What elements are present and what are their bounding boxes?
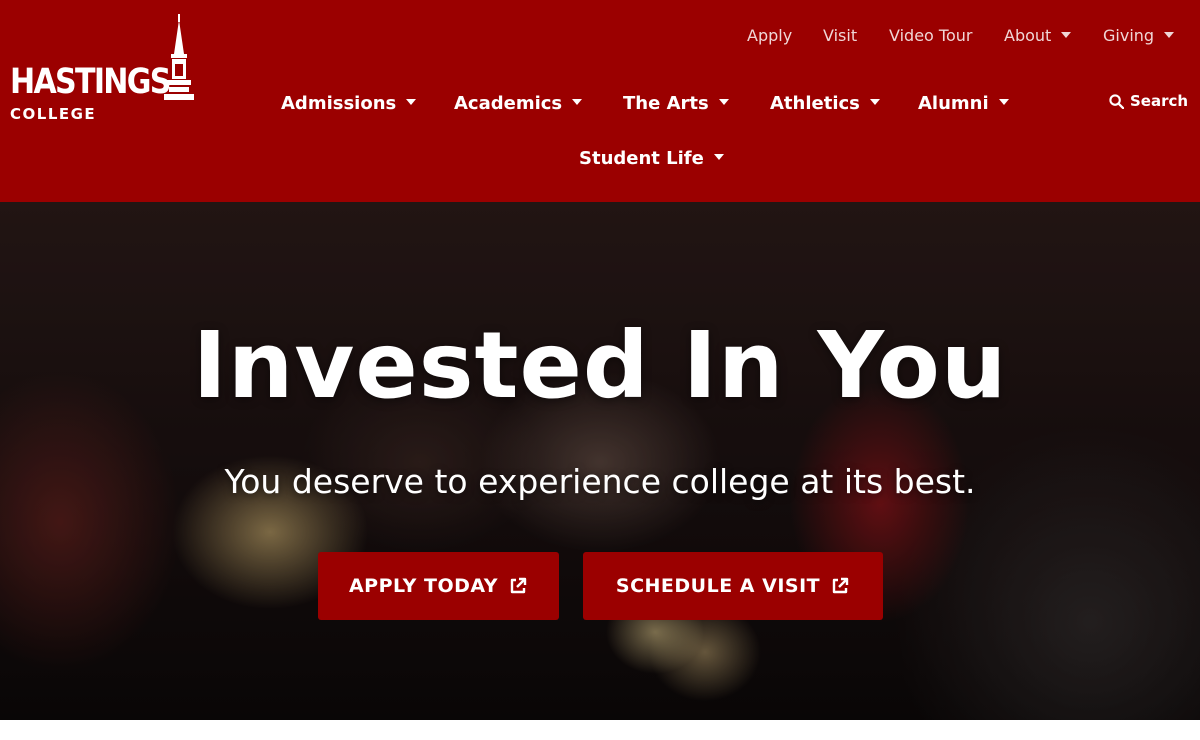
- chevron-down-icon: [406, 99, 417, 105]
- search-button[interactable]: Search: [1109, 92, 1188, 110]
- utility-link-about[interactable]: About: [1004, 26, 1072, 45]
- chevron-down-icon: [713, 154, 724, 160]
- search-label: Search: [1130, 92, 1189, 110]
- chevron-down-icon: [718, 99, 729, 105]
- utility-link-video-tour[interactable]: Video Tour: [889, 26, 972, 45]
- hero-banner: Invested In You You deserve to experienc…: [0, 202, 1200, 720]
- site-header: HASTINGS COLLEGE Apply Visit Video Tour …: [0, 0, 1200, 202]
- chevron-down-icon: [869, 99, 880, 105]
- main-nav-alumni[interactable]: Alumni: [918, 93, 1009, 114]
- search-icon: [1109, 93, 1124, 109]
- hero-title: Invested In You: [192, 312, 1008, 419]
- main-nav-admissions[interactable]: Admissions: [281, 93, 417, 114]
- external-link-icon: [832, 577, 849, 594]
- main-nav-the-arts[interactable]: The Arts: [623, 93, 729, 114]
- main-nav-student-life[interactable]: Student Life: [579, 148, 724, 169]
- main-nav-athletics[interactable]: Athletics: [770, 93, 880, 114]
- utility-link-giving[interactable]: Giving: [1103, 26, 1175, 45]
- chevron-down-icon: [1164, 31, 1175, 38]
- logo-subtitle: COLLEGE: [10, 105, 97, 123]
- schedule-visit-button[interactable]: SCHEDULE A VISIT: [583, 552, 883, 620]
- utility-link-visit[interactable]: Visit: [823, 26, 857, 45]
- schedule-visit-label: SCHEDULE A VISIT: [615, 575, 821, 597]
- chevron-down-icon: [998, 99, 1009, 105]
- hero-subtitle: You deserve to experience college at its…: [224, 462, 976, 501]
- utility-nav: Apply Visit Video Tour About Giving: [0, 26, 1200, 48]
- external-link-icon: [510, 577, 527, 594]
- utility-link-apply[interactable]: Apply: [747, 26, 792, 45]
- chevron-down-icon: [572, 99, 583, 105]
- main-nav-academics[interactable]: Academics: [454, 93, 583, 114]
- hero-content: Invested In You You deserve to experienc…: [0, 202, 1200, 720]
- chevron-down-icon: [1061, 31, 1072, 38]
- apply-today-button[interactable]: APPLY TODAY: [318, 552, 559, 620]
- logo-wordmark: HASTINGS: [10, 62, 171, 102]
- apply-today-label: APPLY TODAY: [348, 575, 499, 597]
